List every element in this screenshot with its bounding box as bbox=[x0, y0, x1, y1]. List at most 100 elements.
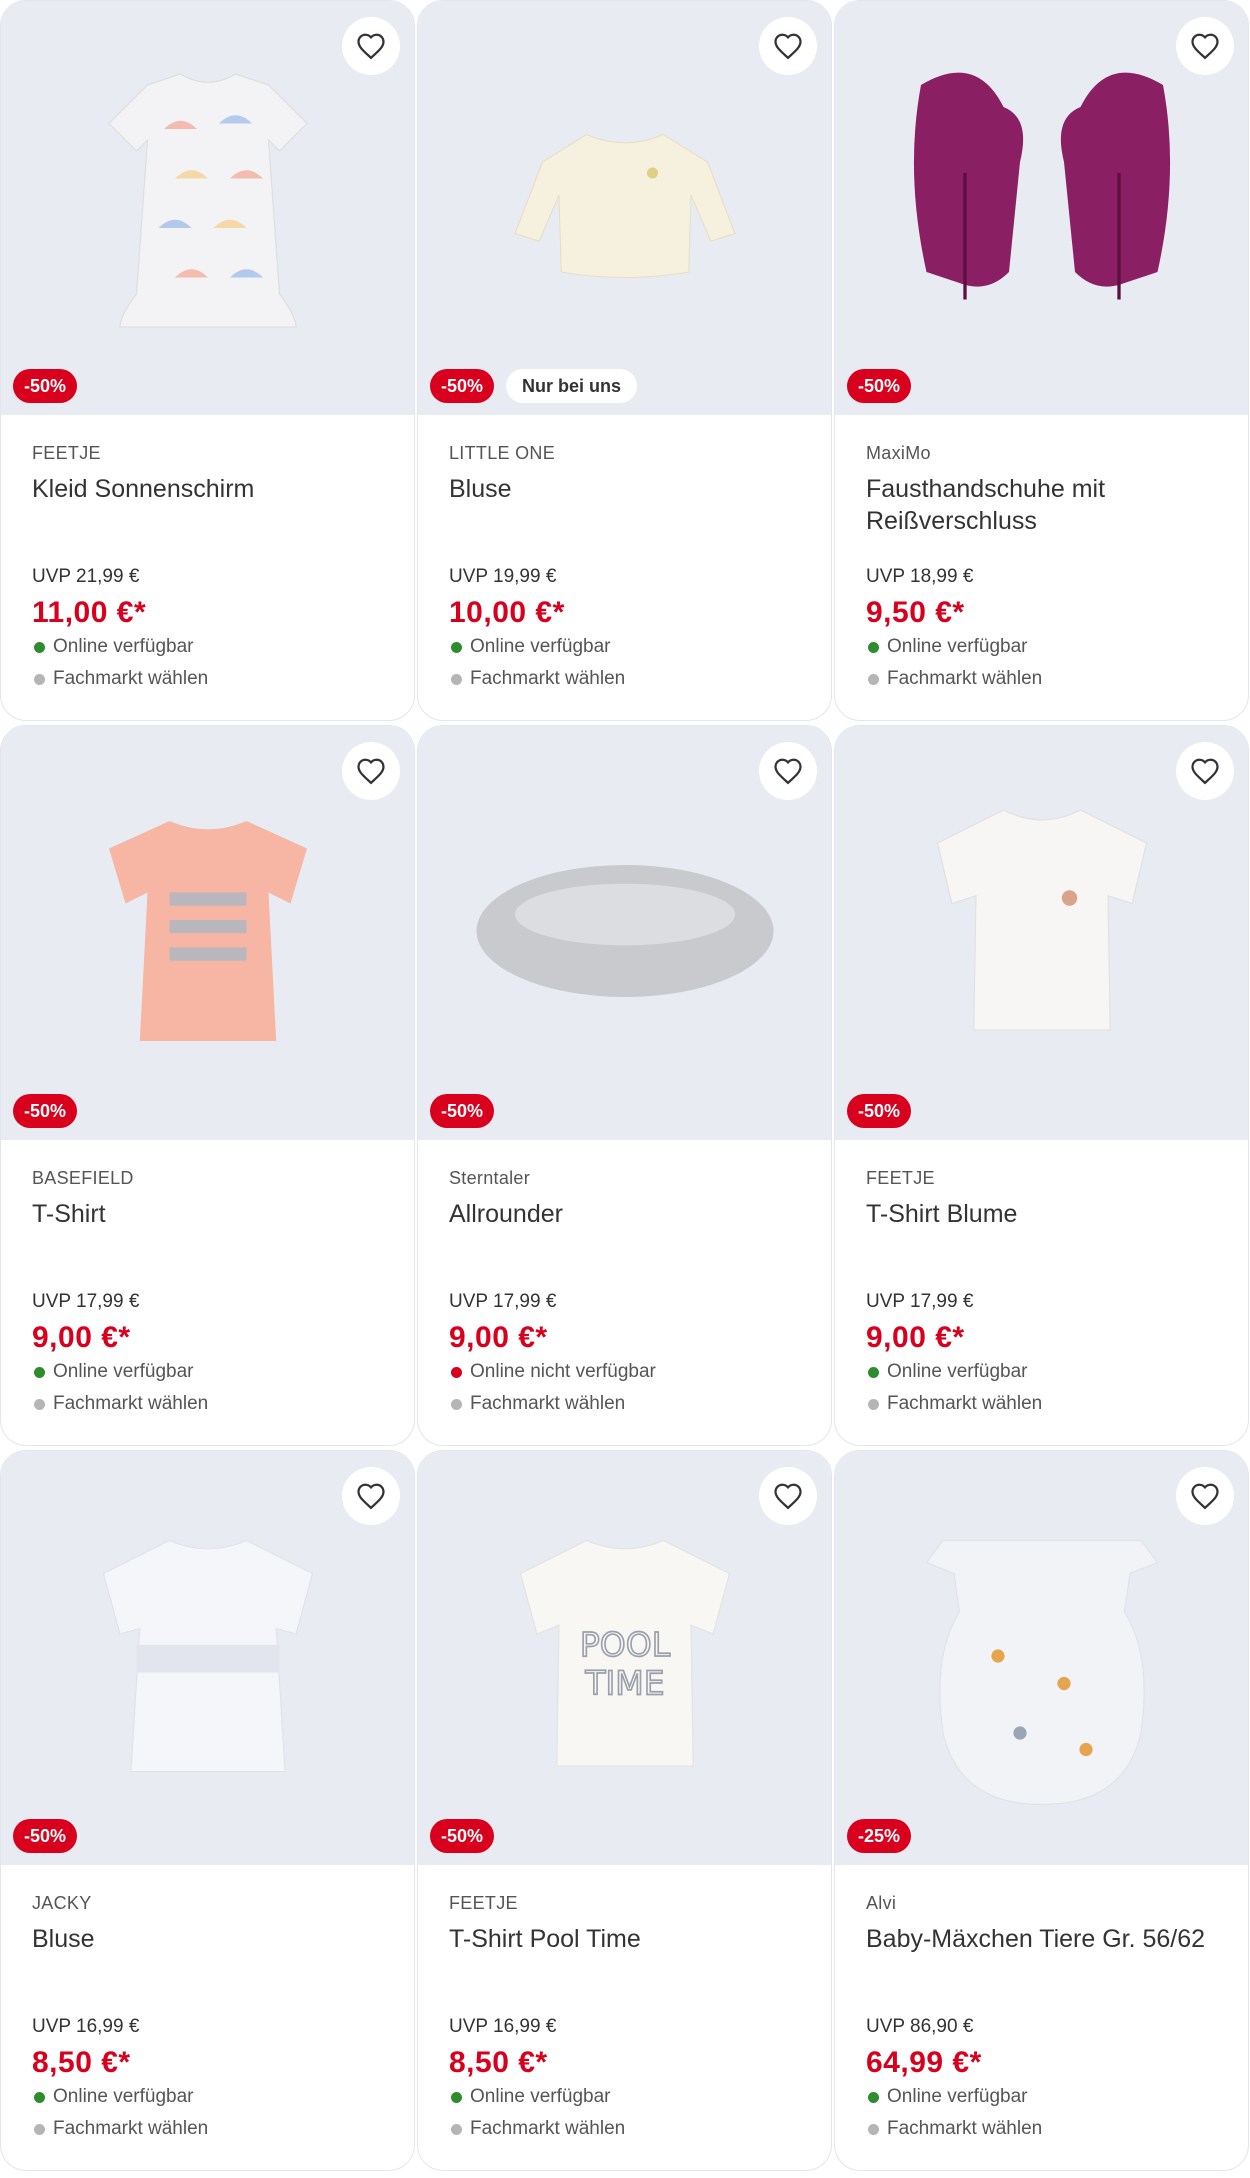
heart-icon bbox=[1191, 758, 1219, 785]
product-image[interactable]: POOL TIME -50% bbox=[418, 1451, 831, 1865]
wishlist-button[interactable] bbox=[342, 1467, 400, 1525]
product-photo: POOL TIME bbox=[460, 1491, 790, 1826]
availability-label: Online verfügbar bbox=[470, 2086, 611, 2107]
product-brand: MaxiMo bbox=[866, 443, 931, 463]
store-select-link[interactable]: Fachmarkt wählen bbox=[32, 668, 383, 690]
product-card-7[interactable]: -50% JACKY Bluse UVP 16,99 € 8,50 €* Onl… bbox=[0, 1450, 415, 2171]
store-select-link[interactable]: Fachmarkt wählen bbox=[449, 1393, 800, 1415]
online-availability: Online verfügbar bbox=[866, 636, 1217, 658]
discount-badge: -25% bbox=[847, 1819, 912, 1853]
product-card-5[interactable]: -50% Sterntaler Allrounder UVP 17,99 € 9… bbox=[417, 725, 832, 1446]
product-brand: JACKY bbox=[32, 1893, 92, 1913]
product-image[interactable]: -50% bbox=[835, 1, 1248, 415]
wishlist-button[interactable] bbox=[342, 17, 400, 75]
product-price: 9,00 €* bbox=[866, 1321, 965, 1354]
wishlist-button[interactable] bbox=[1176, 17, 1234, 75]
product-card-2[interactable]: -50% Nur bei uns LITTLE ONE Bluse UVP 19… bbox=[417, 0, 832, 721]
store-select-link[interactable]: Fachmarkt wählen bbox=[32, 2118, 383, 2140]
store-select-label: Fachmarkt wählen bbox=[887, 668, 1043, 689]
store-dot-icon bbox=[868, 673, 879, 685]
product-title[interactable]: T-Shirt bbox=[32, 1198, 383, 1286]
store-select-link[interactable]: Fachmarkt wählen bbox=[449, 668, 800, 690]
product-image[interactable]: -50% bbox=[1, 726, 414, 1140]
store-select-label: Fachmarkt wählen bbox=[53, 1393, 209, 1414]
wishlist-button[interactable] bbox=[1176, 1467, 1234, 1525]
product-brand: Sterntaler bbox=[449, 1168, 531, 1188]
online-availability: Online verfügbar bbox=[32, 636, 383, 658]
store-dot-icon bbox=[34, 1398, 45, 1410]
product-title[interactable]: Kleid Sonnenschirm bbox=[32, 473, 383, 561]
product-uvp: UVP 16,99 € bbox=[32, 2016, 140, 2037]
product-image[interactable]: -50% bbox=[1, 1451, 414, 1865]
heart-icon bbox=[774, 758, 802, 785]
product-title[interactable]: Fausthandschuhe mit Reißverschluss bbox=[866, 473, 1217, 561]
product-uvp: UVP 19,99 € bbox=[449, 566, 557, 587]
store-dot-icon bbox=[451, 2123, 462, 2135]
wishlist-button[interactable] bbox=[759, 17, 817, 75]
product-card-1[interactable]: -50% FEETJE Kleid Sonnenschirm UVP 21,99… bbox=[0, 0, 415, 721]
availability-label: Online verfügbar bbox=[887, 2086, 1028, 2107]
availability-dot-icon bbox=[34, 2091, 45, 2103]
product-info: Alvi Baby-Mäxchen Tiere Gr. 56/62 UVP 86… bbox=[835, 1865, 1248, 2140]
store-select-link[interactable]: Fachmarkt wählen bbox=[32, 1393, 383, 1415]
product-photo bbox=[460, 41, 790, 376]
product-card-6[interactable]: -50% FEETJE T-Shirt Blume UVP 17,99 € 9,… bbox=[834, 725, 1249, 1446]
product-card-8[interactable]: POOL TIME -50% FEETJE T-Shirt Pool Time … bbox=[417, 1450, 832, 2171]
product-info: JACKY Bluse UVP 16,99 € 8,50 €* Online v… bbox=[1, 1865, 414, 2140]
product-info: BASEFIELD T-Shirt UVP 17,99 € 9,00 €* On… bbox=[1, 1140, 414, 1415]
availability-dot-icon bbox=[451, 1366, 462, 1378]
product-image[interactable]: -50% bbox=[835, 726, 1248, 1140]
product-card-9[interactable]: -25% Alvi Baby-Mäxchen Tiere Gr. 56/62 U… bbox=[834, 1450, 1249, 2171]
product-title[interactable]: Bluse bbox=[32, 1923, 383, 2011]
availability-label: Online verfügbar bbox=[887, 636, 1028, 657]
store-select-link[interactable]: Fachmarkt wählen bbox=[866, 1393, 1217, 1415]
product-card-3[interactable]: -50% MaxiMo Fausthandschuhe mit Reißvers… bbox=[834, 0, 1249, 721]
badge-row: -25% bbox=[847, 1819, 912, 1853]
wishlist-button[interactable] bbox=[759, 1467, 817, 1525]
store-dot-icon bbox=[34, 2123, 45, 2135]
product-price: 64,99 €* bbox=[866, 2046, 982, 2079]
store-select-link[interactable]: Fachmarkt wählen bbox=[866, 2118, 1217, 2140]
product-price: 9,50 €* bbox=[866, 596, 965, 629]
product-image[interactable]: -50% Nur bei uns bbox=[418, 1, 831, 415]
product-image[interactable]: -50% bbox=[418, 726, 831, 1140]
heart-icon bbox=[774, 33, 802, 60]
product-info: FEETJE T-Shirt Blume UVP 17,99 € 9,00 €*… bbox=[835, 1140, 1248, 1415]
product-brand: FEETJE bbox=[32, 443, 101, 463]
product-uvp: UVP 16,99 € bbox=[449, 2016, 557, 2037]
product-image[interactable]: -25% bbox=[835, 1451, 1248, 1865]
store-select-link[interactable]: Fachmarkt wählen bbox=[866, 668, 1217, 690]
store-select-link[interactable]: Fachmarkt wählen bbox=[449, 2118, 800, 2140]
product-info: MaxiMo Fausthandschuhe mit Reißverschlus… bbox=[835, 415, 1248, 690]
product-card-4[interactable]: -50% BASEFIELD T-Shirt UVP 17,99 € 9,00 … bbox=[0, 725, 415, 1446]
product-info: Sterntaler Allrounder UVP 17,99 € 9,00 €… bbox=[418, 1140, 831, 1415]
discount-badge: -50% bbox=[430, 1094, 495, 1128]
product-uvp: UVP 86,90 € bbox=[866, 2016, 974, 2037]
product-brand: BASEFIELD bbox=[32, 1168, 134, 1188]
product-price: 10,00 €* bbox=[449, 596, 565, 629]
wishlist-button[interactable] bbox=[759, 742, 817, 800]
wishlist-button[interactable] bbox=[342, 742, 400, 800]
availability-dot-icon bbox=[451, 641, 462, 653]
online-availability: Online verfügbar bbox=[866, 1361, 1217, 1383]
product-uvp: UVP 21,99 € bbox=[32, 566, 140, 587]
store-select-label: Fachmarkt wählen bbox=[887, 2118, 1043, 2139]
pool-time-print-line2: TIME bbox=[584, 1663, 664, 1702]
store-dot-icon bbox=[451, 1398, 462, 1410]
store-select-label: Fachmarkt wählen bbox=[470, 668, 626, 689]
online-availability: Online verfügbar bbox=[449, 636, 800, 658]
product-photo bbox=[877, 1491, 1207, 1826]
product-brand: FEETJE bbox=[449, 1893, 518, 1913]
product-title[interactable]: T-Shirt Pool Time bbox=[449, 1923, 800, 2011]
product-image[interactable]: -50% bbox=[1, 1, 414, 415]
availability-dot-icon bbox=[451, 2091, 462, 2103]
product-brand: LITTLE ONE bbox=[449, 443, 556, 463]
product-title[interactable]: Bluse bbox=[449, 473, 800, 561]
store-select-label: Fachmarkt wählen bbox=[53, 668, 209, 689]
product-title[interactable]: Allrounder bbox=[449, 1198, 800, 1286]
product-title[interactable]: Baby-Mäxchen Tiere Gr. 56/62 bbox=[866, 1923, 1217, 2011]
availability-label: Online verfügbar bbox=[470, 636, 611, 657]
product-title[interactable]: T-Shirt Blume bbox=[866, 1198, 1217, 1286]
wishlist-button[interactable] bbox=[1176, 742, 1234, 800]
store-select-label: Fachmarkt wählen bbox=[470, 2118, 626, 2139]
